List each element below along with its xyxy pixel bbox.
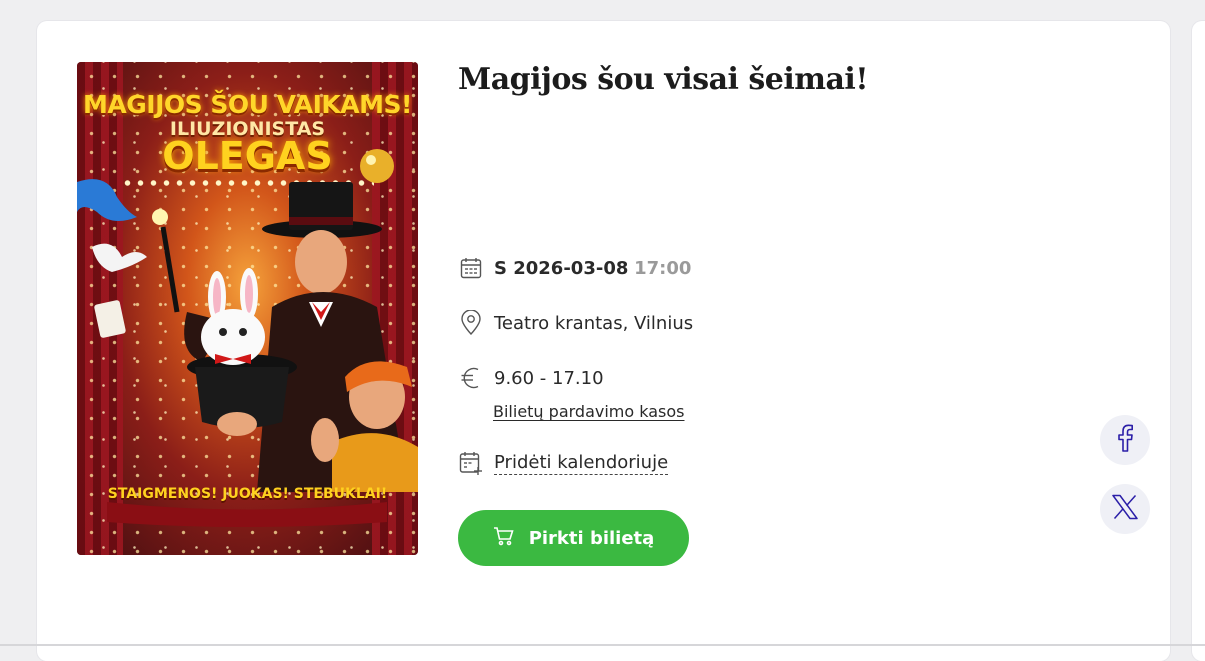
event-title: Magijos šou visai šeimai! — [458, 62, 869, 97]
event-venue: Teatro krantas, Vilnius — [494, 312, 694, 334]
add-to-calendar-label[interactable]: Pridėti kalendoriuje — [494, 452, 669, 475]
event-price-row: 9.60 - 17.10 — [458, 365, 604, 391]
event-venue-row: Teatro krantas, Vilnius — [458, 310, 693, 336]
calendar-add-icon — [458, 450, 484, 476]
buy-ticket-button[interactable]: Pirkti bilietą — [458, 510, 689, 566]
location-pin-icon — [458, 310, 484, 336]
x-twitter-icon — [1111, 494, 1139, 524]
event-date: S 2026-03-08 — [494, 257, 629, 279]
event-time: 17:00 — [634, 257, 692, 279]
share-facebook-button[interactable] — [1100, 415, 1150, 465]
event-price: 9.60 - 17.10 — [494, 367, 604, 389]
add-to-calendar[interactable]: Pridėti kalendoriuje — [458, 450, 669, 476]
event-poster[interactable]: MAGIJOS ŠOU VAIKAMS! ILIUZIONISTAS OLEGA… — [77, 62, 418, 555]
poster-performer-name: OLEGAS — [162, 134, 333, 178]
cart-icon — [493, 526, 515, 551]
calendar-icon — [458, 255, 484, 281]
facebook-icon — [1115, 424, 1135, 456]
poster-headline: MAGIJOS ŠOU VAIKAMS! — [83, 90, 412, 119]
event-date-row: S 2026-03-08 17:00 — [458, 255, 691, 281]
buy-ticket-label: Pirkti bilietą — [528, 527, 655, 549]
ticket-offices-link[interactable]: Bilietų pardavimo kasos — [493, 402, 685, 421]
euro-icon — [458, 365, 484, 391]
next-card-edge — [1192, 21, 1205, 661]
share-x-button[interactable] — [1100, 484, 1150, 534]
poster-tagline: STAIGMENOS! JUOKAS! STEBUKLAI! — [107, 486, 388, 502]
